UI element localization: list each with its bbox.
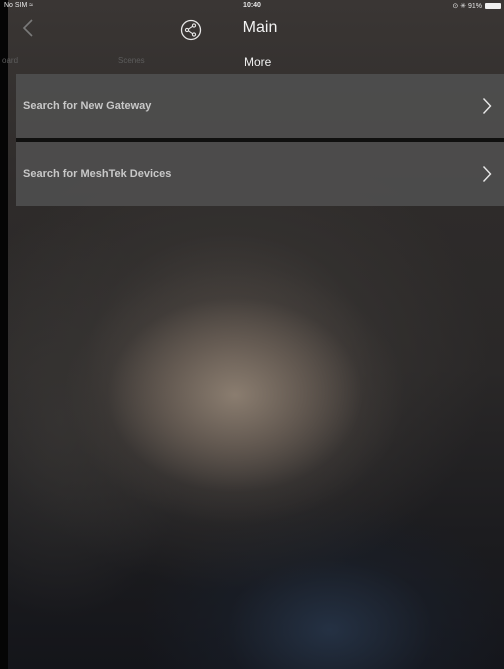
- left-edge-strip: [0, 0, 8, 669]
- status-right-indicators: ⊙ ✳ 91%: [452, 3, 482, 10]
- wifi-icon: ≈: [29, 2, 34, 9]
- share-button[interactable]: [180, 19, 202, 41]
- list-item-label: Search for New Gateway: [23, 100, 152, 112]
- tab-dashboard[interactable]: oard: [2, 56, 18, 65]
- tab-scenes[interactable]: Scenes: [118, 56, 145, 65]
- page-title: Main: [242, 19, 278, 36]
- back-button[interactable]: [22, 18, 40, 40]
- status-time: 10:40: [243, 2, 261, 9]
- app-screen: No SIM ≈ 10:40 ⊙ ✳ 91% Main oard Scenes …: [0, 0, 504, 669]
- list-item-label: Search for MeshTek Devices: [23, 168, 172, 180]
- chevron-right-icon: [482, 98, 492, 114]
- battery-icon: [485, 3, 501, 9]
- chevron-left-icon: [22, 19, 33, 37]
- carrier-label: No SIM ≈: [4, 2, 33, 9]
- carrier-text: No SIM: [4, 2, 28, 9]
- chevron-right-icon: [482, 166, 492, 182]
- search-new-gateway-row[interactable]: Search for New Gateway: [16, 74, 504, 138]
- search-meshtek-devices-row[interactable]: Search for MeshTek Devices: [16, 142, 504, 206]
- share-icon: [180, 19, 202, 41]
- tab-more[interactable]: More: [244, 55, 271, 69]
- status-bar: No SIM ≈ 10:40 ⊙ ✳ 91%: [0, 0, 504, 13]
